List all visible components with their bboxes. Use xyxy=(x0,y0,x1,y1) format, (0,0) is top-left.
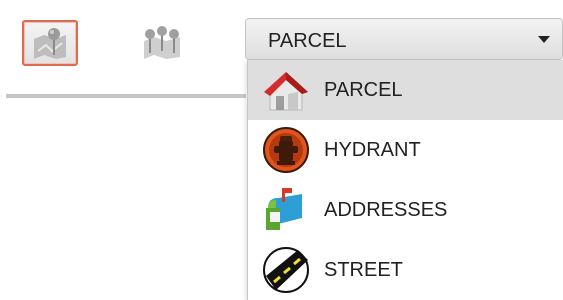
option-parcel[interactable]: PARCEL xyxy=(248,60,563,120)
toolbar-divider xyxy=(6,94,246,98)
hydrant-icon xyxy=(263,127,309,173)
layer-select[interactable]: PARCEL xyxy=(245,18,563,60)
option-street[interactable]: STREET xyxy=(248,240,563,300)
caret-down-icon xyxy=(538,36,550,43)
layer-dropdown-list: PARCEL HYDRANT ADDRESSES STREET xyxy=(247,60,563,300)
option-addresses[interactable]: ADDRESSES xyxy=(248,180,563,240)
house-icon xyxy=(264,72,308,111)
road-icon xyxy=(263,247,309,293)
single-pin-tool-button[interactable] xyxy=(22,20,78,66)
layer-select-value: PARCEL xyxy=(268,30,347,52)
layer-picker-panel: PARCEL PARCEL HYDRANT ADDRESSES STREET xyxy=(0,0,563,300)
multi-pin-tool-button[interactable] xyxy=(134,20,190,66)
option-label: PARCEL xyxy=(324,79,403,101)
map-multi-pin-icon xyxy=(144,26,180,59)
option-label: STREET xyxy=(324,259,403,281)
option-hydrant[interactable]: HYDRANT xyxy=(248,120,563,180)
mailbox-icon xyxy=(266,188,302,230)
option-label: ADDRESSES xyxy=(324,199,448,221)
option-label: HYDRANT xyxy=(324,139,421,161)
map-pin-icon xyxy=(34,28,66,59)
